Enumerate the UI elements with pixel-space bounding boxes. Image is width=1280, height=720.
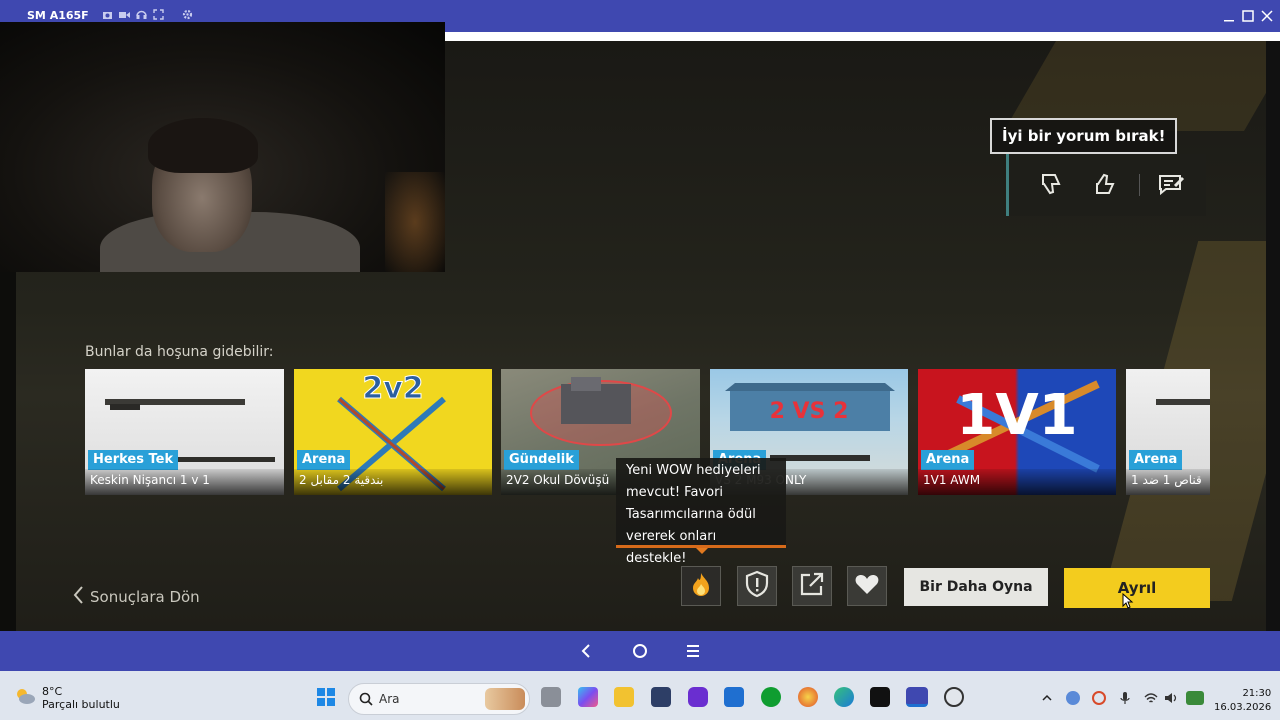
minimize-icon[interactable] [1222,9,1236,23]
map-card[interactable]: 2v2 Arena 2 بندقية 2 مقابل [294,369,492,495]
suggestions-title: Bunlar da hoşuna gidebilir: [85,344,274,360]
outlook-icon[interactable] [724,687,744,707]
weather-widget[interactable]: 8°C Parçalı bulutlu [14,685,120,711]
tooltip-arrow [696,548,708,554]
screen-edge-right [1266,41,1280,631]
weather-temp: 8°C [42,685,63,698]
clock-time: 21:30 [1242,688,1272,699]
card-thumb-text: 2 VS 2 [769,399,849,424]
update-icon[interactable] [1092,691,1106,705]
chevron-left-icon [72,585,84,609]
gift-button[interactable] [681,566,721,606]
tiktok-icon[interactable] [870,687,890,707]
webcam-person-hair [148,118,258,173]
taskbar-clock[interactable]: 21:30 16.03.2026 [1214,687,1271,715]
favorite-button[interactable] [847,566,887,606]
comment-icon[interactable] [1156,170,1186,198]
screen-top-strip [445,32,1280,41]
leave-button[interactable]: Ayrıl [1064,568,1210,609]
rating-divider [1139,174,1140,196]
battery-icon[interactable] [1186,691,1204,705]
clock-date: 16.03.2026 [1214,702,1272,713]
windows-taskbar: 8°C Parçalı bulutlu Ara 21:30 16.03.2026 [0,671,1280,720]
scrcpy-icon[interactable] [906,687,928,707]
search-icon [359,692,373,711]
home-icon[interactable] [631,642,649,660]
maximize-icon[interactable] [1241,9,1255,23]
wifi-icon[interactable] [1144,691,1158,705]
share-icon [799,571,825,602]
card-name: Keskin Nişancı 1 v 1 [85,469,284,495]
partly-cloudy-icon [14,686,36,711]
back-to-results-button[interactable]: Sonuçlara Dön [72,585,200,609]
microphone-icon[interactable] [1118,691,1132,705]
search-highlight-icon [485,688,525,710]
copilot-icon[interactable] [578,687,598,707]
webcam-overlay [0,22,445,272]
edge-icon[interactable] [834,687,854,707]
heart-icon [854,572,880,601]
rating-prompt: İyi bir yorum bırak! [990,118,1178,154]
menu-icon[interactable] [684,642,702,660]
shield-report-icon [744,570,770,603]
map-card[interactable]: 1V1 Arena 1V1 AWM [918,369,1116,495]
fullscreen-icon[interactable] [153,9,164,20]
camera-icon[interactable] [102,9,113,20]
onedrive-icon[interactable] [1066,691,1080,705]
screen-edge-left [0,271,16,631]
card-tag: Arena [297,450,351,470]
report-button[interactable] [737,566,777,606]
taskbar-search[interactable]: Ara [348,683,530,715]
map-card[interactable]: Arena قناص 1 ضد 1 [1126,369,1210,495]
video-icon[interactable] [119,9,130,20]
card-tag: Arena [1129,450,1183,470]
android-nav-bar [0,631,1280,671]
rating-panel [1006,154,1206,216]
close-icon[interactable] [1260,9,1274,23]
window-toolbar [102,9,193,20]
back-to-results-label: Sonuçlara Dön [90,588,200,606]
chevron-up-icon[interactable] [1040,691,1054,705]
card-name: قناص 1 ضد 1 [1126,469,1210,495]
browser-icon[interactable] [798,687,818,707]
thumbs-up-icon[interactable] [1091,170,1121,198]
device-name: SM A165F [27,9,89,22]
share-button[interactable] [792,566,832,606]
xbox-icon[interactable] [761,687,781,707]
mouse-cursor-icon [1122,584,1134,624]
gear-icon[interactable] [182,9,193,20]
card-thumb-text: 1V1 [956,383,1078,448]
back-icon[interactable] [577,642,595,660]
flame-gift-icon [687,570,715,603]
card-tag: Arena [921,450,975,470]
app-icon[interactable] [688,687,708,707]
map-card[interactable]: Herkes Tek Keskin Nişancı 1 v 1 [85,369,284,495]
card-tag: Gündelik [504,450,579,470]
background-lamp [385,172,445,272]
card-tag: Herkes Tek [88,450,179,470]
file-explorer-icon[interactable] [614,687,634,707]
microsoft-store-icon[interactable] [651,687,671,707]
card-name: 1V1 AWM [918,469,1116,495]
gift-tooltip: Yeni WOW hediyeleri mevcut! Favori Tasar… [616,458,786,566]
volume-icon[interactable] [1164,691,1178,705]
windows-start-icon[interactable] [316,687,336,707]
headset-icon[interactable] [136,9,147,20]
card-thumb-text: 2v2 [362,371,424,407]
card-name: 2 بندقية 2 مقابل [294,469,492,495]
weather-desc: Parçalı bulutlu [42,698,120,711]
play-again-button[interactable]: Bir Daha Oyna [904,568,1048,606]
search-placeholder: Ara [379,692,400,706]
task-view-icon[interactable] [541,687,561,707]
obs-icon[interactable] [944,687,964,707]
thumbs-down-icon[interactable] [1037,170,1067,198]
